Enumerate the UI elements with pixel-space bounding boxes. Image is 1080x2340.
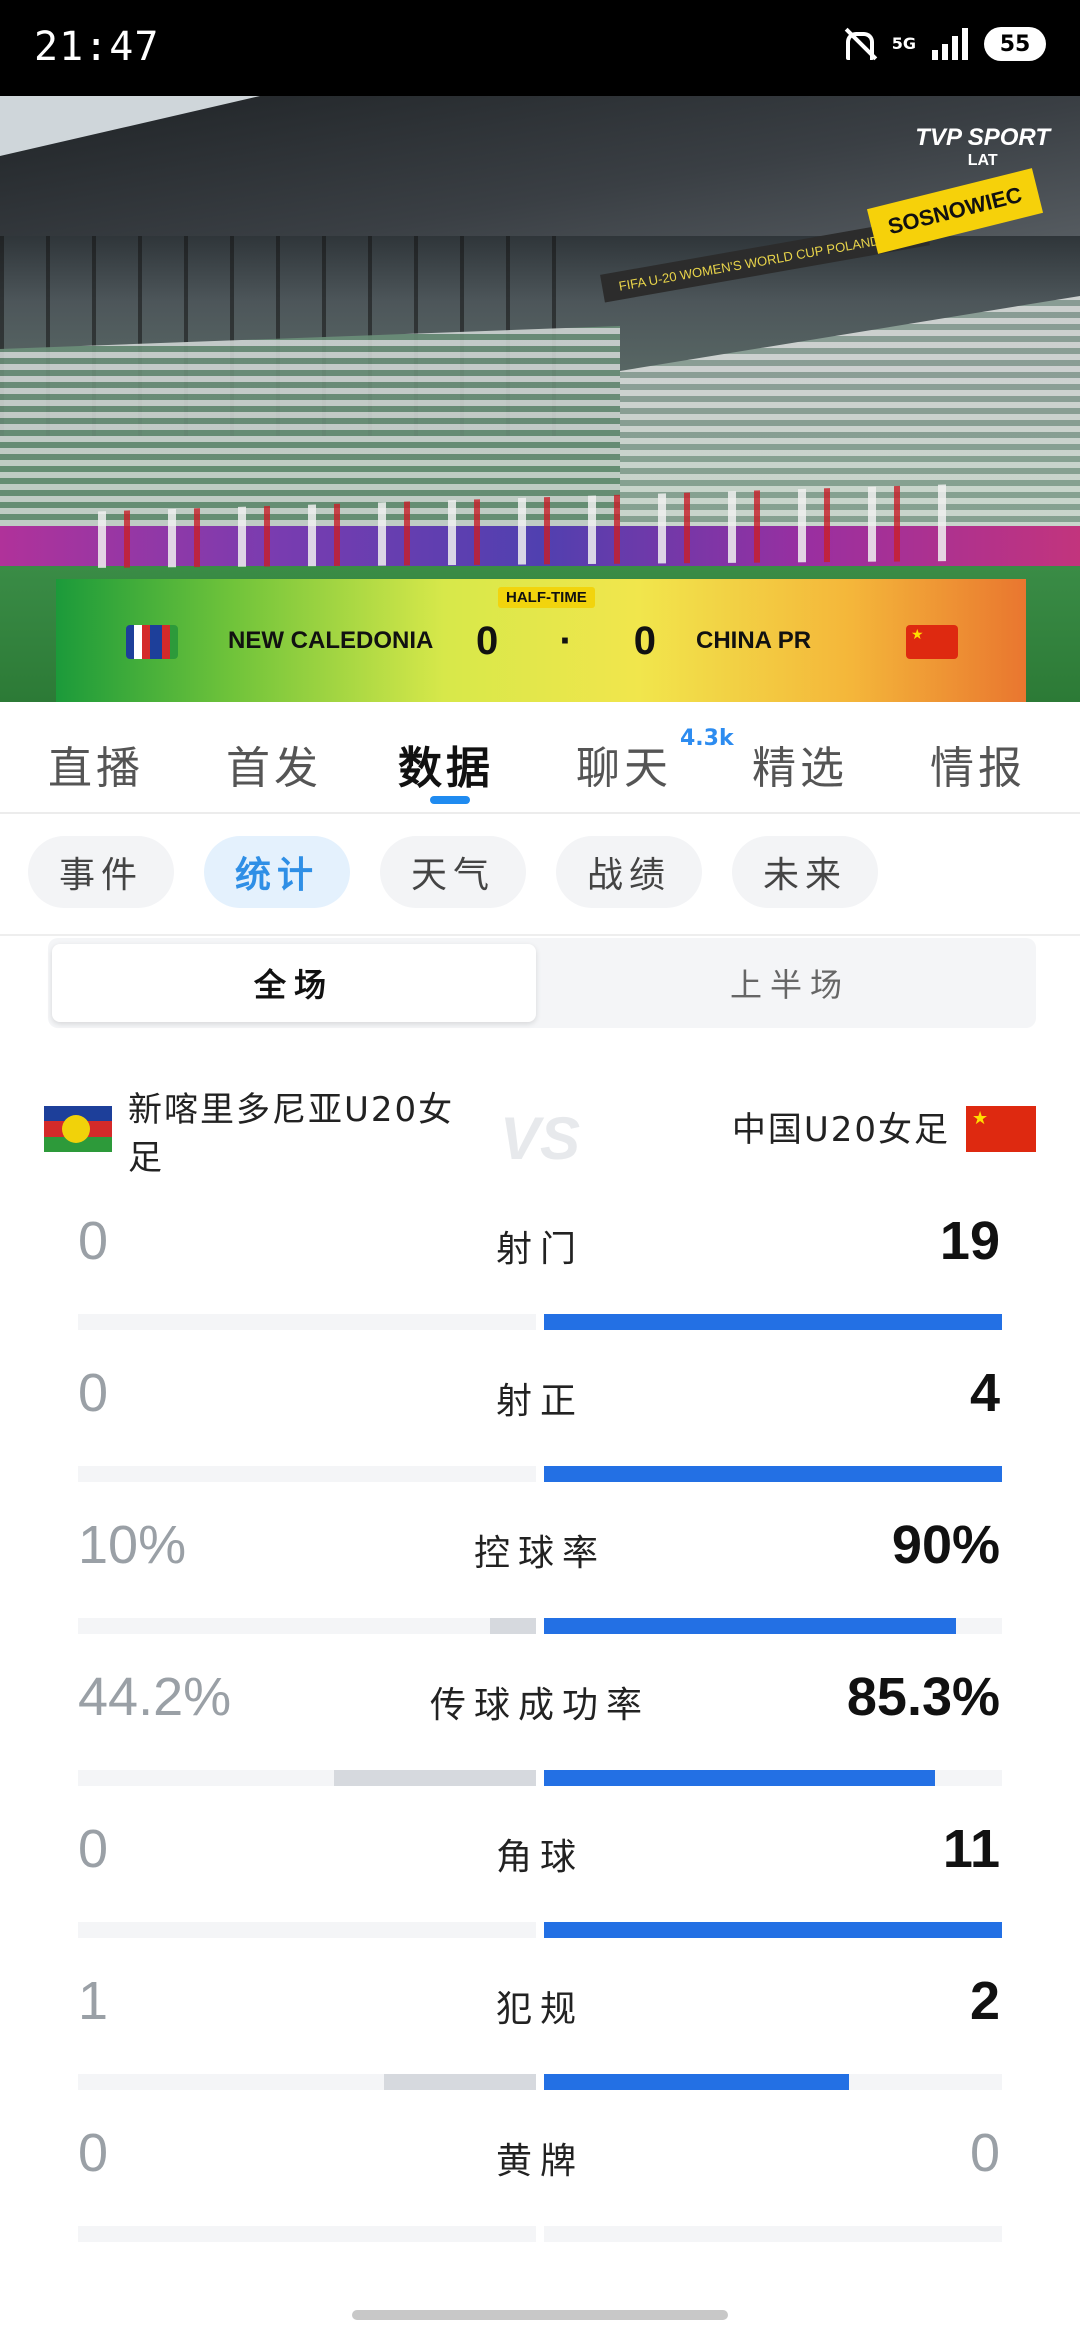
- sub-tabs: 事件 统计 天气 战绩 未来: [28, 836, 1078, 916]
- stat-away-bar: [544, 1922, 1002, 1938]
- stat-away-value: 11: [942, 1819, 1000, 1879]
- stat-home-track: [78, 2226, 536, 2242]
- home-team-name: 新喀里多尼亚U20女足: [128, 1090, 455, 1178]
- new-caledonia-flag-icon: [126, 625, 178, 659]
- score-separator: ·: [559, 619, 573, 663]
- stat-home-track: [78, 1466, 536, 1482]
- stat-away-value: 4: [969, 1363, 1000, 1423]
- tab-chat[interactable]: 聊天: [576, 732, 672, 796]
- home-indicator[interactable]: [352, 2310, 728, 2320]
- scorebug: HALF-TIME NEW CALEDONIA 0 · 0 CHINA PR: [56, 579, 1026, 702]
- subtab-weather[interactable]: 天气: [380, 836, 526, 908]
- stat-home-bar: [383, 2074, 536, 2090]
- stat-away-bar: [544, 1466, 1002, 1482]
- stat-away-track: [544, 1314, 1002, 1330]
- status-icons: 5G 55: [840, 26, 1046, 62]
- stat-away-track: [544, 1770, 1002, 1786]
- divider: [0, 934, 1080, 936]
- away-score: 0: [633, 619, 656, 663]
- stat-label: 犯规: [495, 1989, 584, 2030]
- subtab-stats[interactable]: 统计: [204, 836, 350, 908]
- stat-away-value: 19: [939, 1211, 1000, 1271]
- stat-row: 0 射门 19: [0, 1210, 1080, 1360]
- stat-away-track: [544, 1466, 1002, 1482]
- active-tab-indicator: [430, 796, 470, 804]
- stat-home-track: [78, 1314, 536, 1330]
- stat-home-bar: [490, 1618, 536, 1634]
- stat-away-bar: [544, 1618, 957, 1634]
- subtab-record[interactable]: 战绩: [556, 836, 702, 908]
- stat-away-value: 0: [969, 2123, 1000, 2183]
- stat-home-track: [78, 2074, 536, 2090]
- home-flag-icon: [44, 1106, 112, 1152]
- status-bar: 21:47 5G 55: [0, 0, 1080, 96]
- period-toggle: 全场 上半场: [48, 938, 1036, 1028]
- stat-row: 44.2% 传球成功率 85.3%: [0, 1666, 1080, 1816]
- clock: 21:47: [34, 24, 160, 70]
- stat-away-track: [544, 1922, 1002, 1938]
- teams-header: 新喀里多尼亚U20女足 VS 中国U20女足: [0, 1080, 1080, 1190]
- tab-intel[interactable]: 情报: [930, 732, 1026, 796]
- vs-mark: VS: [500, 1105, 581, 1172]
- subtab-upcoming[interactable]: 未来: [732, 836, 878, 908]
- stat-home-track: [78, 1922, 536, 1938]
- stat-away-bar: [544, 1314, 1002, 1330]
- signal-icon: [932, 28, 968, 60]
- stat-row: 0 角球 11: [0, 1818, 1080, 1968]
- china-flag-icon: [906, 625, 958, 659]
- stat-home-track: [78, 1618, 536, 1634]
- stat-home-track: [78, 1770, 536, 1786]
- stat-home-bar: [333, 1770, 536, 1786]
- stat-label: 射正: [495, 1381, 584, 1422]
- period-label: HALF-TIME: [498, 587, 595, 608]
- stat-away-track: [544, 2226, 1002, 2242]
- stat-row: 0 黄牌 0: [0, 2122, 1080, 2272]
- tab-live[interactable]: 直播: [48, 732, 144, 796]
- scorebug-home-team: NEW CALEDONIA: [228, 627, 434, 654]
- toggle-full-match[interactable]: 全场: [52, 944, 536, 1022]
- chat-count-badge: 4.3k: [680, 726, 734, 751]
- main-tabs: 直播 首发 数据 聊天 4.3k 精选 情报: [0, 702, 1080, 814]
- tab-highlights[interactable]: 精选: [752, 732, 848, 796]
- away-flag-icon: [966, 1106, 1036, 1152]
- toggle-first-half[interactable]: 上半场: [548, 944, 1032, 1022]
- stat-label: 黄牌: [495, 2141, 584, 2182]
- broadcaster-name: TVP SPORT: [915, 124, 1050, 151]
- subtab-events[interactable]: 事件: [28, 836, 174, 908]
- mute-icon: [840, 26, 876, 62]
- tab-data[interactable]: 数据: [398, 732, 494, 796]
- stat-away-track: [544, 1618, 1002, 1634]
- stat-away-value: 85.3%: [846, 1667, 1000, 1727]
- stat-away-bar: [544, 2074, 850, 2090]
- stat-away-value: 90%: [891, 1515, 1000, 1575]
- stat-label: 角球: [495, 1837, 584, 1878]
- stat-away-track: [544, 2074, 1002, 2090]
- stat-row: 10% 控球率 90%: [0, 1514, 1080, 1664]
- tab-lineup[interactable]: 首发: [226, 732, 322, 796]
- scorebug-away-team: CHINA PR: [696, 627, 812, 654]
- home-score: 0: [476, 619, 499, 663]
- scoreline: 0 · 0: [476, 619, 656, 664]
- stat-row: 1 犯规 2: [0, 1970, 1080, 2120]
- broadcaster-logo: TVP SPORT LAT: [915, 124, 1050, 170]
- stat-away-bar: [544, 1770, 935, 1786]
- network-type: 5G: [891, 34, 916, 53]
- stat-row: 0 射正 4: [0, 1362, 1080, 1512]
- stat-away-value: 2: [969, 1971, 1000, 2031]
- live-video-player[interactable]: FIFA U-20 WOMEN'S WORLD CUP POLAND 2026 …: [0, 96, 1080, 702]
- broadcaster-sub: LAT: [967, 152, 998, 169]
- stat-label: 射门: [495, 1229, 584, 1270]
- battery-icon: 55: [984, 27, 1046, 61]
- away-team-name: 中国U20女足: [731, 1110, 950, 1150]
